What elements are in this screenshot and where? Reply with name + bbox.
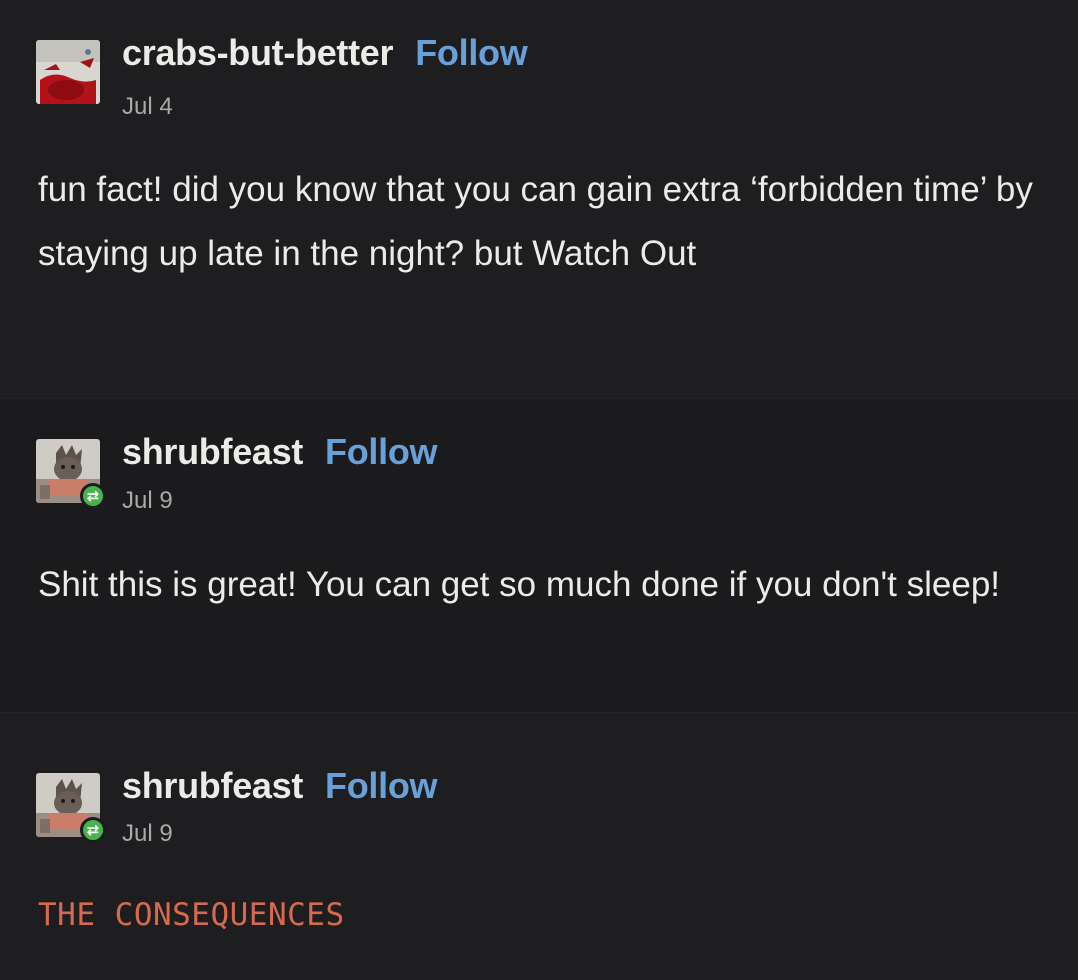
username-link[interactable]: crabs-but-better [122,32,394,73]
follow-button[interactable]: Follow [325,431,437,472]
username-link[interactable]: shrubfeast [122,765,303,806]
post-body-text: Shit this is great! You can get so much … [38,565,1001,604]
post-body-text: THE CONSEQUENCES [38,897,345,933]
avatar[interactable]: ⇄ [36,773,106,843]
post-author[interactable]: shrubfeast Follow [122,431,438,473]
post-shrubfeast-reblog-1: ⇄ shrubfeast Follow Jul 9 Shit this is gr… [0,398,1078,712]
avatar[interactable] [36,40,100,104]
post-date[interactable]: Jul 9 [122,487,173,515]
post-author[interactable]: crabs-but-better Follow [122,32,528,74]
post-date[interactable]: Jul 9 [122,820,173,848]
post-body-text: fun fact! did you know that you can gain… [38,170,1033,273]
follow-button[interactable]: Follow [415,32,527,73]
post-crabs-but-better: crabs-but-better Follow Jul 4 fun fact! d… [0,0,1078,398]
post-shrubfeast-reblog-2: ⇄ shrubfeast Follow Jul 9 THE CONSEQUENCE… [0,712,1078,980]
username-link[interactable]: shrubfeast [122,431,303,472]
post-date[interactable]: Jul 4 [122,93,173,121]
avatar[interactable]: ⇄ [36,439,106,509]
follow-button[interactable]: Follow [325,765,437,806]
post-author[interactable]: shrubfeast Follow [122,765,438,807]
reblog-icon: ⇄ [80,483,106,509]
reblog-icon: ⇄ [80,817,106,843]
crab-avatar-icon [36,40,100,104]
reblog-thread: crabs-but-better Follow Jul 4 fun fact! d… [0,0,1078,980]
